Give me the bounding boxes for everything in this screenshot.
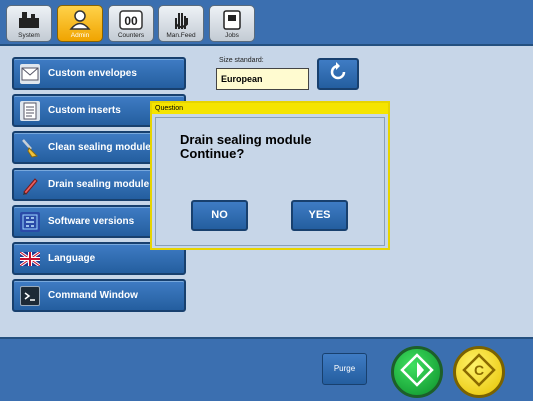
language-label: Language	[48, 253, 96, 264]
admin-label: Admin	[70, 32, 90, 39]
system-icon	[16, 9, 42, 31]
size-standard-field[interactable]: European	[216, 68, 309, 90]
dialog-message-line1: Drain sealing module	[180, 132, 312, 147]
purge-button[interactable]: Purge	[322, 353, 367, 385]
pen-icon	[20, 175, 40, 195]
dialog-message-line2: Continue?	[180, 146, 245, 161]
counters-label: Counters	[117, 32, 145, 39]
clean-sealing-module-label: Clean sealing module	[48, 142, 151, 153]
terminal-icon	[20, 286, 40, 306]
envelope-icon	[20, 64, 40, 84]
refresh-icon	[327, 61, 349, 88]
counters-button[interactable]: 00 Counters	[108, 5, 154, 42]
top-toolbar: System Admin 00 Counters Man.Feed Jobs	[0, 0, 533, 46]
jobs-icon	[219, 9, 245, 31]
jobs-label: Jobs	[225, 32, 239, 39]
chip-icon	[20, 212, 40, 232]
refresh-button[interactable]	[317, 58, 359, 90]
start-button[interactable]	[391, 346, 443, 398]
question-dialog: Question	[150, 101, 390, 250]
start-diamond-icon	[400, 352, 434, 392]
clear-diamond-icon: C	[462, 352, 496, 392]
system-button[interactable]: System	[6, 5, 52, 42]
svg-text:C: C	[474, 362, 484, 378]
clear-button[interactable]: C	[453, 346, 505, 398]
system-label: System	[18, 32, 40, 39]
size-standard-label: Size standard:	[219, 57, 264, 64]
manual-feed-icon	[168, 9, 194, 31]
custom-envelopes-button[interactable]: Custom envelopes	[12, 57, 186, 90]
uk-flag-icon	[20, 249, 40, 269]
counters-icon: 00	[118, 9, 144, 31]
drain-sealing-module-label: Drain sealing module	[48, 179, 150, 190]
manual-feed-label: Man.Feed	[166, 32, 196, 39]
manual-feed-button[interactable]: Man.Feed	[158, 5, 204, 42]
dialog-message: Drain sealing module Continue?	[180, 133, 311, 161]
yes-button[interactable]: YES	[291, 200, 348, 231]
custom-envelopes-label: Custom envelopes	[48, 68, 137, 79]
command-window-button[interactable]: Command Window	[12, 279, 186, 312]
software-versions-label: Software versions	[48, 216, 135, 227]
svg-text:00: 00	[124, 14, 138, 28]
dialog-title: Question	[152, 103, 388, 114]
admin-icon	[67, 9, 93, 31]
brush-icon	[20, 138, 40, 158]
command-window-label: Command Window	[48, 290, 138, 301]
no-button[interactable]: NO	[191, 200, 248, 231]
admin-button[interactable]: Admin	[57, 5, 103, 42]
custom-inserts-label: Custom inserts	[48, 105, 121, 116]
insert-icon	[20, 101, 40, 121]
jobs-button[interactable]: Jobs	[209, 5, 255, 42]
